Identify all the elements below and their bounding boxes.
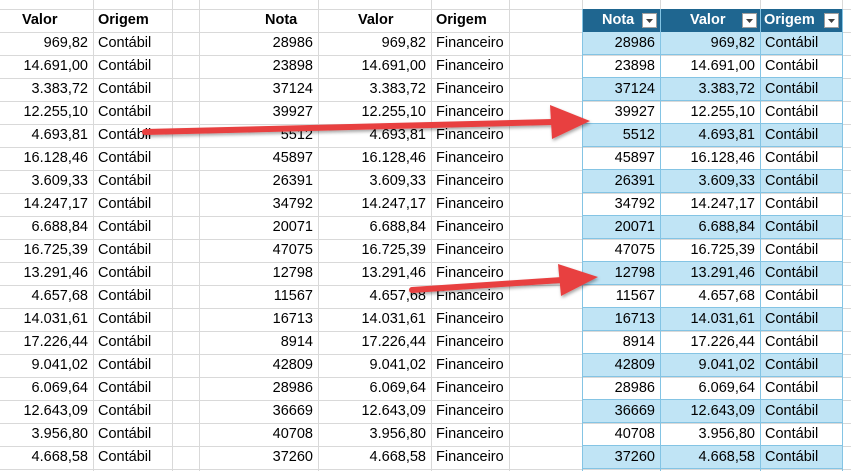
- annotation-arrows: [142, 105, 598, 296]
- arrow-top: [142, 105, 590, 139]
- arrow-bottom: [409, 264, 598, 296]
